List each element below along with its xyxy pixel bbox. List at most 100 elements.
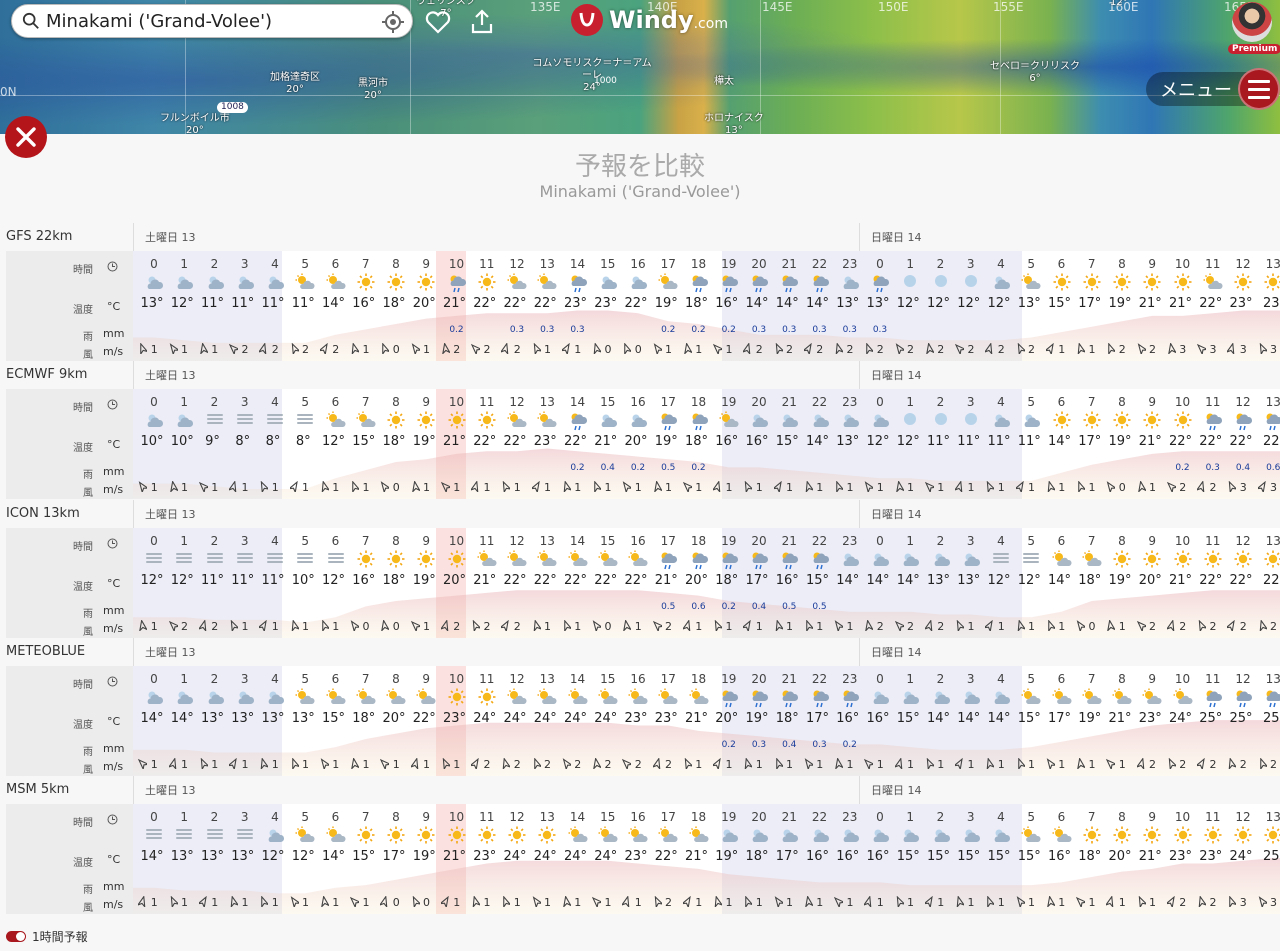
wind-cell: 1 [284,757,314,771]
temp-cell: 16° [352,572,376,588]
temp-cell: 18° [382,434,406,450]
row-labels: 時間 温度 °C 雨 mm 風 m/s [6,389,133,500]
menu-button[interactable]: メニュー [1146,68,1280,110]
temp-cell: 15° [896,710,920,726]
hour-cell: 22 [811,810,828,825]
temp-cell: 16° [866,849,890,865]
time-label: 時間 [73,403,93,415]
avatar-image [1232,2,1272,42]
temp-cell: 20° [1108,849,1132,865]
forecast-chart[interactable]: 0 12° 1 1 12° 2 2 11° 2 3 11° 1 4 11° 1 5 10° 1 6 12°… [133,527,1280,638]
hour-cell: 5 [1027,810,1036,825]
weather-icon [1228,411,1258,431]
search-box[interactable]: Minakami ('Grand-Volee') [11,4,413,38]
hour-cell: 5 [1027,395,1036,410]
hour-cell: 10 [448,810,465,825]
map-background[interactable]: 135E 140E 145E 150E 155E 160E 165E 0N ウェ… [0,0,1280,134]
wind-cell: 1 [889,895,919,909]
weather-icon [1047,273,1077,293]
temp-cell: 14° [805,296,830,311]
longitude-label: 150E [878,0,909,14]
map-place[interactable]: 12° [1110,0,1128,9]
hour-cell: 13 [1265,533,1280,548]
hour-cell: 7 [361,533,370,548]
wind-unit: m/s [103,759,124,773]
model-name[interactable]: MSM 5km [6,782,69,797]
hour-cell: 7 [1087,533,1096,548]
forecast-chart[interactable]: 0 10° 1 1 10° 1 2 9° 1 3 8° 1 4 8° 1 5 8° 1 6 12° 171… [133,389,1280,500]
map-place[interactable]: フルンボイル市 20° [160,113,230,134]
map-place[interactable]: ホロナイスク 13° [704,113,764,134]
hour-cell: 17 [660,533,676,548]
wind-cell: 2 [284,342,314,356]
temp-cell: 19° [1108,296,1132,311]
temp-cell: 12° [987,572,1011,588]
wind-cell: 1 [1041,480,1071,494]
hour-cell: 21 [781,671,797,686]
weather-icon [139,550,169,570]
weather-icon [1228,826,1258,846]
search-input[interactable]: Minakami ('Grand-Volee') [46,11,272,32]
locate-icon[interactable] [382,11,404,33]
rain-cell: 0.3 [812,739,827,750]
hour-cell: 10 [1174,533,1191,548]
weather-icon [169,688,199,708]
temp-cell: 19° [1078,710,1102,726]
weather-icon [895,826,925,846]
rain-cell: 0.2 [721,325,736,335]
hour-cell: 1 [180,257,189,271]
temp-cell: 18° [745,849,769,865]
wind-cell: 1 [557,480,587,494]
share-icon[interactable] [468,8,496,36]
model-row: GFS 22km 土曜日 13 日曜日 14 時間 温度 °C 雨 mm 風 m/s 0 13° 11… [0,223,1280,361]
forecast-table: 時間 温度 °C 雨 mm 風 m/s 0 14° 1 1 14° 1 2 13° 1 3 13° 1 4 13… [6,665,1280,776]
forecast-chart[interactable]: 0 14° 1 1 13° 1 2 13° 1 3 13° 1 4 12° 1 5 12° 1 6 14°… [133,804,1280,915]
day-header: 日曜日 14 [871,645,922,659]
model-name[interactable]: ECMWF 9km [6,367,87,382]
wind-cell: 1 [587,896,617,910]
weather-icon [1107,411,1137,431]
search-icon [22,12,39,29]
hour-cell: 22 [811,257,828,271]
close-icon [16,127,36,147]
map-place[interactable]: セベロ＝クリリスク 6° [990,61,1080,85]
temp-cell: 13° [200,710,225,726]
weather-icon [835,273,865,293]
wind-cell: 3 [1222,342,1252,356]
wind-cell: 2 [315,342,345,357]
forecast-chart[interactable]: 0 14° 1 1 14° 1 2 13° 1 3 13° 1 4 13° 1 5 13° 1 6 15°… [133,665,1280,776]
map-place[interactable]: 加格達奇区 20° [270,72,320,96]
weather-icon [774,826,804,846]
weather-icon [1198,411,1228,431]
hour-cell: 3 [240,671,249,686]
hour-cell: 11 [479,810,495,825]
toggle-switch[interactable] [6,931,26,942]
premium-badge: Premium [1228,44,1280,54]
windy-logo[interactable]: Windy .com [571,3,728,37]
hour-cell: 4 [997,395,1005,410]
weather-icon [653,273,683,293]
model-name[interactable]: ICON 13km [6,506,80,521]
map-place[interactable]: 黒河市 20° [358,78,388,102]
map-place[interactable]: 樺太 [714,76,734,88]
model-name[interactable]: METEOBLUE [6,644,85,659]
close-button[interactable] [5,116,47,158]
heart-icon[interactable] [424,8,452,36]
temp-cell: 15° [352,434,376,450]
hour-cell: 4 [271,671,279,686]
wind-cell: 2 [859,618,889,633]
temp-cell: 22° [654,849,678,865]
model-name[interactable]: GFS 22km [6,229,72,244]
wind-cell: 1 [617,481,647,495]
wind-cell: 3 [1192,343,1222,357]
hour-cell: 7 [361,810,370,825]
wind-cell: 1 [738,895,768,909]
temp-cell: 24° [503,849,527,865]
hourly-toggle[interactable]: 1時間予報 [6,928,88,945]
avatar[interactable]: Premium [1228,2,1280,54]
wind-cell: 2 [647,620,677,633]
forecast-chart[interactable]: 0 13° 1 1 12° 1 2 11° 1 3 11° 2 4 11° 2 5 11° 2 6 14°… [133,251,1280,361]
day-header: 日曜日 14 [871,369,922,383]
wind-cell: 1 [647,480,677,494]
wind-cell: 1 [617,895,647,909]
